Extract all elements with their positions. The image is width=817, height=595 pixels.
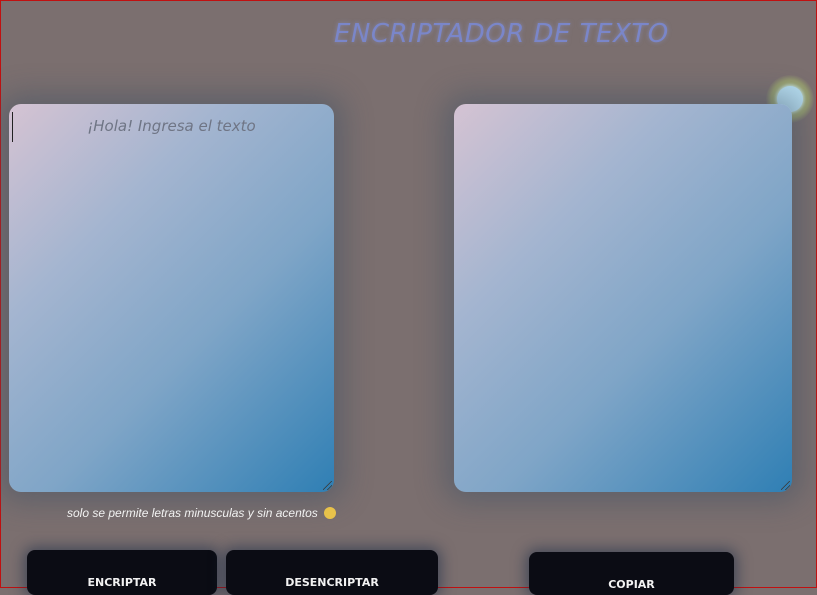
input-textarea[interactable]: ¡Hola! Ingresa el texto (9, 104, 334, 492)
smiling-face-icon (324, 507, 337, 519)
page-title: ENCRIPTADOR DE TEXTO (334, 19, 669, 49)
copy-button[interactable]: COPIAR (529, 552, 734, 595)
decrypt-button[interactable]: DESENCRIPTAR (226, 550, 438, 595)
decrypt-button-label: DESENCRIPTAR (285, 576, 379, 589)
input-hint: solo se permite letras minusculas y sin … (67, 506, 337, 520)
output-textarea[interactable] (454, 104, 792, 492)
input-placeholder: ¡Hola! Ingresa el texto (87, 117, 256, 135)
resize-handle[interactable] (781, 481, 790, 490)
copy-button-label: COPIAR (608, 578, 655, 591)
hint-text: solo se permite letras minusculas y sin … (67, 506, 318, 520)
encrypt-button-label: ENCRIPTAR (87, 576, 157, 589)
encrypt-button[interactable]: ENCRIPTAR (27, 550, 217, 595)
resize-handle[interactable] (323, 481, 332, 490)
